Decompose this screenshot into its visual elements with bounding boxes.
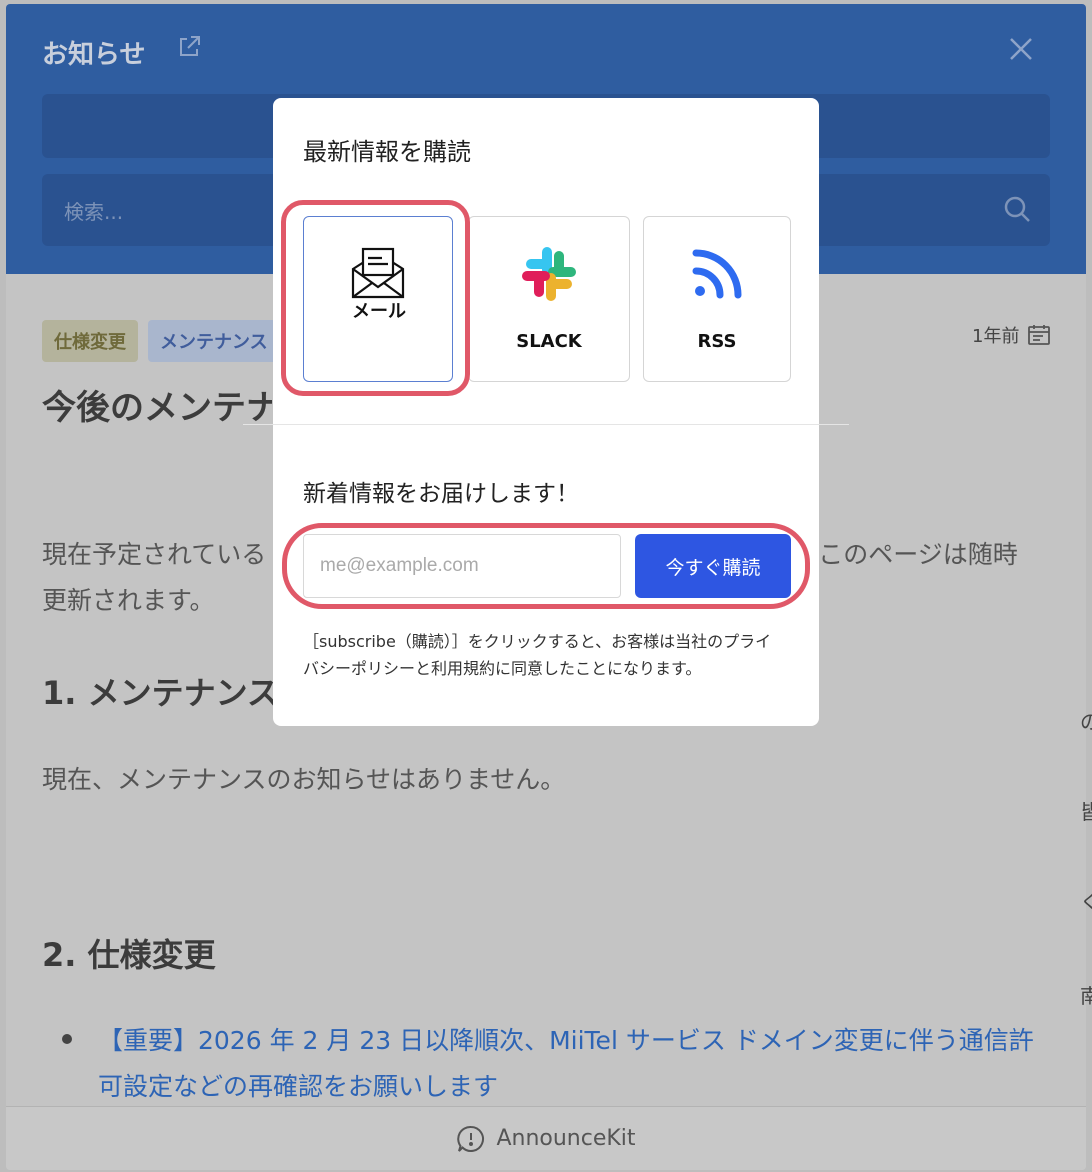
category-badges: 仕様変更 メンテナンス [42, 320, 280, 362]
heading-spec-change: 2. 仕様変更 [42, 936, 216, 974]
rss-icon [692, 249, 742, 299]
maintenance-text: 現在、メンテナンスのお知らせはありません。 [42, 765, 566, 794]
badge-maintenance[interactable]: メンテナンス [148, 320, 280, 362]
subscribe-modal: 最新情報を購読 メール SLACK RSS 新着情報をお届けします！ me@ex… [243, 98, 849, 726]
edge-text-fragment: の [1080, 710, 1092, 734]
post-date: 1年前 [972, 322, 1051, 348]
modal-subtitle: 新着情報をお届けします！ [303, 481, 579, 507]
post-date-text: 1年前 [972, 326, 1020, 347]
option-rss-label: RSS [697, 331, 737, 352]
modal-title: 最新情報を購読 [303, 138, 471, 166]
paragraph-end: このページは随時 [818, 540, 1018, 569]
badge-spec-change[interactable]: 仕様変更 [42, 320, 138, 362]
option-rss[interactable]: RSS [643, 216, 791, 382]
edge-text-fragment: 皆 [1080, 800, 1092, 824]
paragraph-line2: 更新されます。 [42, 586, 215, 615]
paragraph-start: 現在予定されている [42, 540, 267, 569]
highlight-ring-email-option [281, 200, 470, 396]
option-slack-label: SLACK [516, 331, 582, 352]
edge-text-fragment: く [1080, 890, 1092, 914]
footer-brand: AnnounceKit [496, 1126, 636, 1151]
slack-icon [522, 247, 576, 301]
footer[interactable]: AnnounceKit [6, 1106, 1086, 1170]
close-icon[interactable] [1006, 34, 1036, 64]
highlight-ring-email-form [282, 523, 810, 609]
search-icon[interactable] [1002, 194, 1032, 224]
consent-disclaimer: ［subscribe（購読）］をクリックすると、お客様は当社のプライバシーポリシ… [303, 632, 772, 678]
header-title: お知らせ [42, 40, 146, 70]
option-slack[interactable]: SLACK [468, 216, 630, 382]
external-link-icon[interactable] [176, 34, 202, 60]
edge-text-fragment: 南 [1080, 984, 1092, 1008]
calendar-icon [1028, 325, 1051, 345]
bullet-dot [62, 1034, 72, 1044]
search-placeholder: 検索... [64, 200, 124, 224]
spec-change-link[interactable]: 【重要】2026 年 2 月 23 日以降順次、MiiTel サービス ドメイン… [98, 1018, 1058, 1110]
modal-divider [243, 424, 849, 425]
heading-maintenance: 1. メンテナンス [42, 674, 278, 712]
article-title: 今後のメンテナ [42, 388, 272, 428]
announcekit-logo-icon [457, 1125, 485, 1152]
